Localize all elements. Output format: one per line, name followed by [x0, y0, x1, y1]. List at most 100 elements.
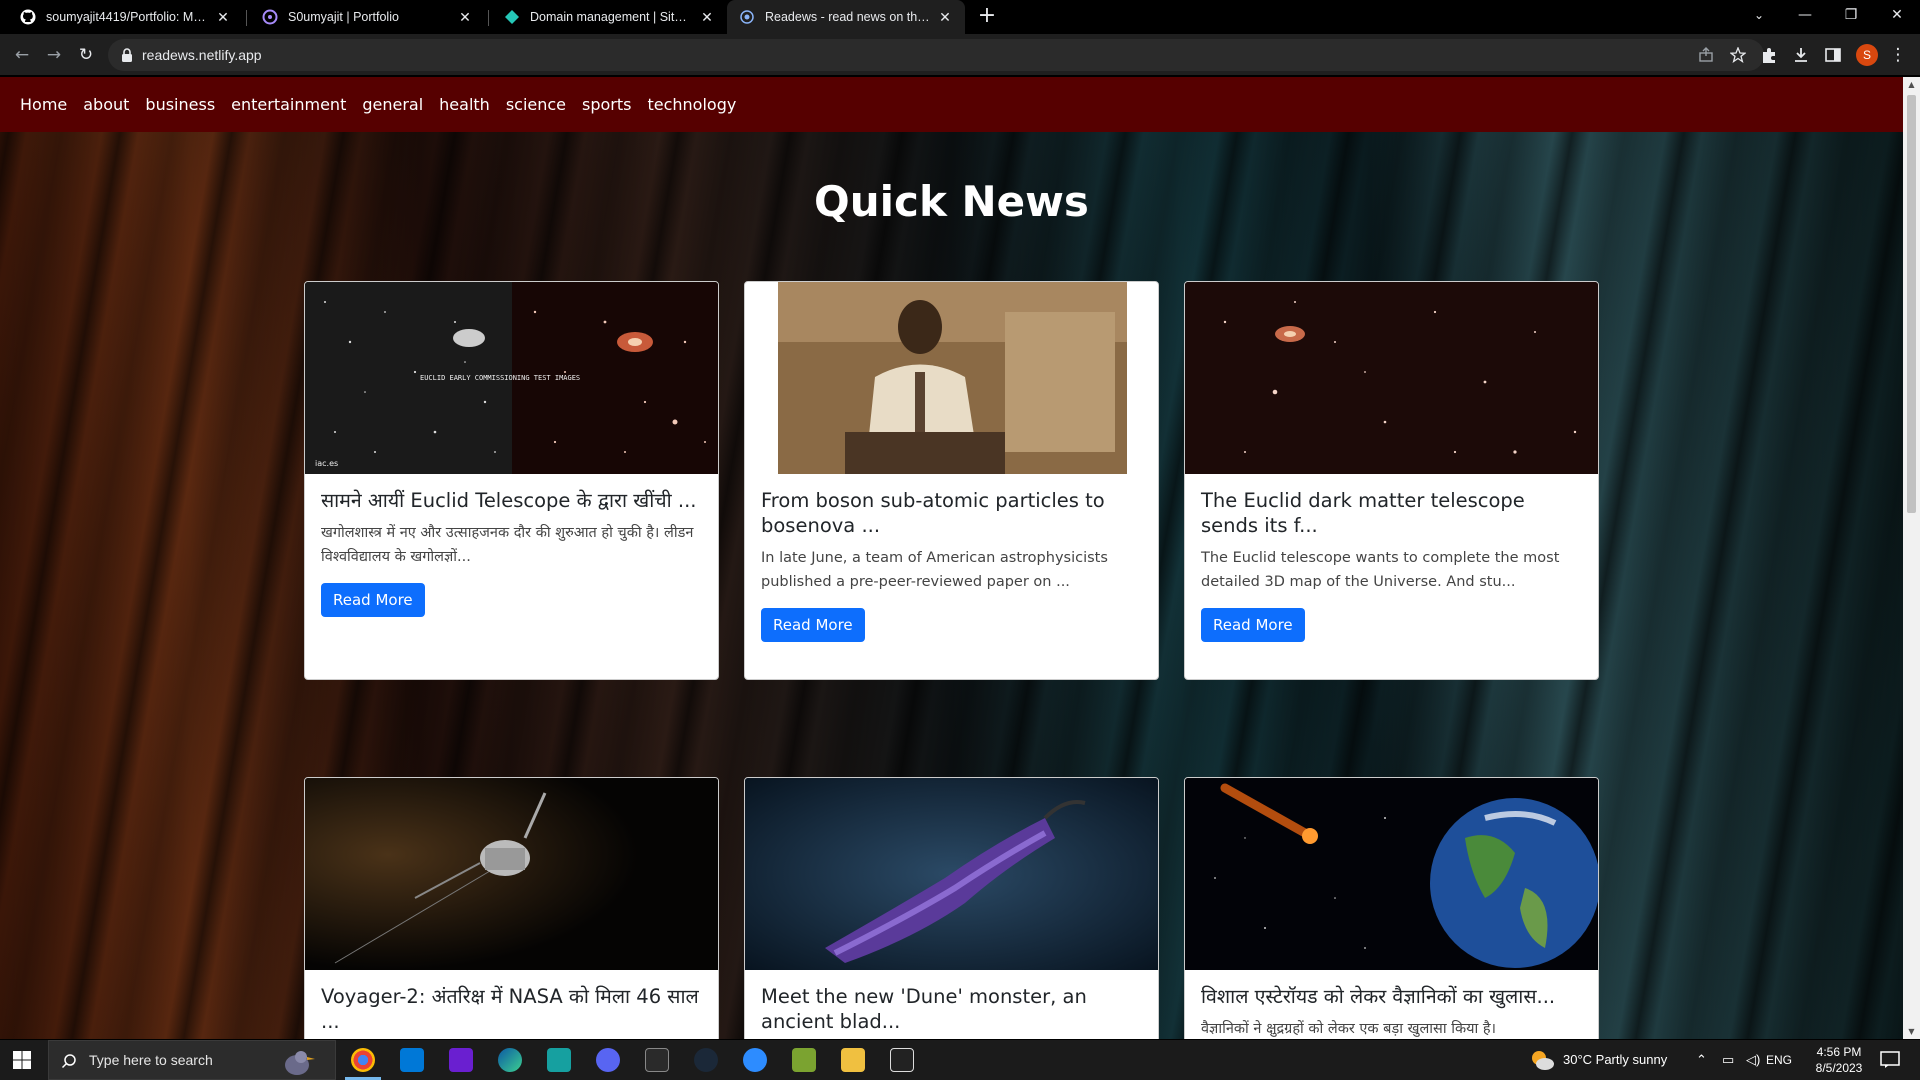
nav-link-technology[interactable]: technology	[647, 95, 736, 114]
edge-taskbar-icon[interactable]	[498, 1048, 522, 1072]
tab-title: Readews - read news on the go	[765, 10, 931, 24]
minimize-button[interactable]: —	[1782, 0, 1828, 30]
vpn-taskbar-icon[interactable]	[547, 1048, 571, 1072]
close-window-button[interactable]: ✕	[1874, 0, 1920, 30]
close-tab-icon[interactable]: ✕	[215, 9, 231, 26]
tab-title: soumyajit4419/Portfolio: My self	[46, 10, 209, 24]
new-tab-button[interactable]: +	[975, 5, 999, 29]
weather-text[interactable]: 30°C Partly sunny	[1563, 1040, 1667, 1080]
card-title[interactable]: सामने आयीं Euclid Telescope के द्वारा खी…	[321, 488, 702, 513]
notifications-icon[interactable]	[1880, 1051, 1900, 1069]
intellij-taskbar-icon[interactable]	[449, 1048, 473, 1072]
news-card: Meet the new 'Dune' monster, an ancient …	[744, 777, 1159, 1039]
epic-games-taskbar-icon[interactable]	[890, 1048, 914, 1072]
nav-link-entertainment[interactable]: entertainment	[231, 95, 346, 114]
bookmark-star-icon[interactable]	[1730, 47, 1746, 63]
tab-title: S0umyajit | Portfolio	[288, 10, 399, 24]
profile-avatar[interactable]: S	[1856, 44, 1878, 66]
tab-readews[interactable]: Readews - read news on the go ✕	[727, 0, 965, 34]
windows-taskbar: Type here to search 30°C Partly sunny ⌃ …	[0, 1040, 1920, 1080]
nav-link-health[interactable]: health	[439, 95, 490, 114]
readews-icon	[740, 10, 754, 24]
url-text: readews.netlify.app	[142, 47, 262, 63]
back-button[interactable]: ←	[10, 43, 34, 67]
discord-taskbar-icon[interactable]	[596, 1048, 620, 1072]
github-icon	[20, 9, 36, 25]
read-more-button[interactable]: Read More	[761, 608, 865, 642]
close-tab-icon[interactable]: ✕	[699, 9, 715, 26]
news-card: EUCLID EARLY COMMISSIONING TEST IMAGES i…	[304, 281, 719, 680]
windows-start-icon[interactable]	[12, 1050, 32, 1070]
card-description: वैज्ञानिकों ने क्षुद्रग्रहों को लेकर एक …	[1201, 1021, 1497, 1037]
site-navbar: Home about business entertainment genera…	[0, 77, 1903, 132]
weather-icon[interactable]	[1530, 1049, 1554, 1071]
scroll-up-arrow-icon[interactable]: ▲	[1907, 80, 1916, 89]
zoom-taskbar-icon[interactable]	[743, 1048, 767, 1072]
network-icon[interactable]: ▭	[1722, 1040, 1734, 1080]
share-icon[interactable]	[1698, 47, 1714, 63]
tab-search-icon[interactable]: ⌄	[1736, 0, 1782, 30]
card-title[interactable]: विशाल एस्टेरॉयड को लेकर वैज्ञानिकों का ख…	[1201, 984, 1582, 1009]
scroll-down-arrow-icon[interactable]: ▼	[1907, 1027, 1916, 1036]
read-more-button[interactable]: Read More	[1201, 608, 1305, 642]
terminal-taskbar-icon[interactable]	[645, 1048, 669, 1072]
card-title[interactable]: Voyager-2: अंतरिक्ष में NASA को मिला 46 …	[321, 984, 702, 1034]
tab-netlify[interactable]: Domain management | Site confi ✕	[492, 0, 727, 34]
side-panel-icon[interactable]	[1824, 46, 1842, 64]
lambda-taskbar-icon[interactable]	[792, 1048, 816, 1072]
read-more-button[interactable]: Read More	[321, 583, 425, 617]
image-credit: iac.es	[315, 459, 339, 468]
close-tab-icon[interactable]: ✕	[937, 9, 953, 26]
news-image-asteroid-earth	[1185, 778, 1598, 970]
nav-link-sports[interactable]: sports	[582, 95, 631, 114]
nav-link-science[interactable]: science	[506, 95, 566, 114]
news-card: From boson sub-atomic particles to bosen…	[744, 281, 1159, 680]
volume-icon[interactable]: ◁)	[1746, 1040, 1760, 1080]
downloads-icon[interactable]	[1792, 46, 1810, 64]
tab-portfolio[interactable]: S0umyajit | Portfolio ✕	[250, 0, 485, 34]
news-image-dune-monster	[745, 778, 1158, 970]
card-description: खगोलशास्त्र में नए और उत्साहजनक दौर की श…	[321, 525, 694, 565]
forward-button[interactable]: →	[42, 43, 66, 67]
tab-strip: soumyajit4419/Portfolio: My self ✕ S0umy…	[0, 0, 1920, 34]
extensions-icon[interactable]	[1760, 46, 1778, 64]
steam-taskbar-icon[interactable]	[694, 1048, 718, 1072]
news-image-euclid-stars	[1185, 282, 1598, 474]
card-title[interactable]: Meet the new 'Dune' monster, an ancient …	[761, 984, 1142, 1034]
file-explorer-taskbar-icon[interactable]	[841, 1048, 865, 1072]
page-scrollbar[interactable]: ▲ ▼	[1903, 77, 1920, 1039]
maximize-button[interactable]: ❐	[1828, 0, 1874, 30]
close-tab-icon[interactable]: ✕	[457, 9, 473, 26]
nav-link-general[interactable]: general	[362, 95, 423, 114]
nav-link-about[interactable]: about	[83, 95, 129, 114]
portfolio-icon	[262, 9, 278, 25]
language-indicator[interactable]: ENG	[1766, 1040, 1792, 1080]
card-description: The Euclid telescope wants to complete t…	[1201, 550, 1560, 590]
news-card: The Euclid dark matter telescope sends i…	[1184, 281, 1599, 680]
browser-toolbar: ← → ↻ readews.netlify.app S ⋮	[0, 34, 1920, 76]
menu-kebab-icon[interactable]: ⋮	[1886, 43, 1910, 67]
card-title[interactable]: From boson sub-atomic particles to bosen…	[761, 488, 1142, 538]
reload-button[interactable]: ↻	[74, 43, 98, 67]
scrollbar-thumb[interactable]	[1907, 95, 1916, 513]
netlify-icon	[505, 10, 519, 24]
news-image-voyager	[305, 778, 718, 970]
news-card: विशाल एस्टेरॉयड को लेकर वैज्ञानिकों का ख…	[1184, 777, 1599, 1039]
clock-date: 8/5/2023	[1815, 1061, 1863, 1075]
page-title: Quick News	[814, 177, 1089, 226]
search-highlight-icon	[285, 1051, 315, 1075]
image-caption: EUCLID EARLY COMMISSIONING TEST IMAGES	[420, 374, 581, 382]
news-image-portrait	[745, 282, 1158, 474]
chrome-taskbar-icon[interactable]	[351, 1048, 375, 1072]
card-title[interactable]: The Euclid dark matter telescope sends i…	[1201, 488, 1582, 538]
nav-link-business[interactable]: business	[145, 95, 215, 114]
vscode-taskbar-icon[interactable]	[400, 1048, 424, 1072]
system-clock[interactable]: 4:56 PM 8/5/2023	[1804, 1044, 1874, 1076]
tab-title: Domain management | Site confi	[530, 10, 693, 24]
nav-link-home[interactable]: Home	[20, 95, 67, 114]
tray-overflow-icon[interactable]: ⌃	[1696, 1040, 1707, 1080]
taskbar-search-box[interactable]: Type here to search	[48, 1040, 336, 1080]
tab-github[interactable]: soumyajit4419/Portfolio: My self ✕	[8, 0, 243, 34]
search-placeholder: Type here to search	[89, 1052, 213, 1068]
address-bar[interactable]: readews.netlify.app	[108, 39, 1764, 71]
